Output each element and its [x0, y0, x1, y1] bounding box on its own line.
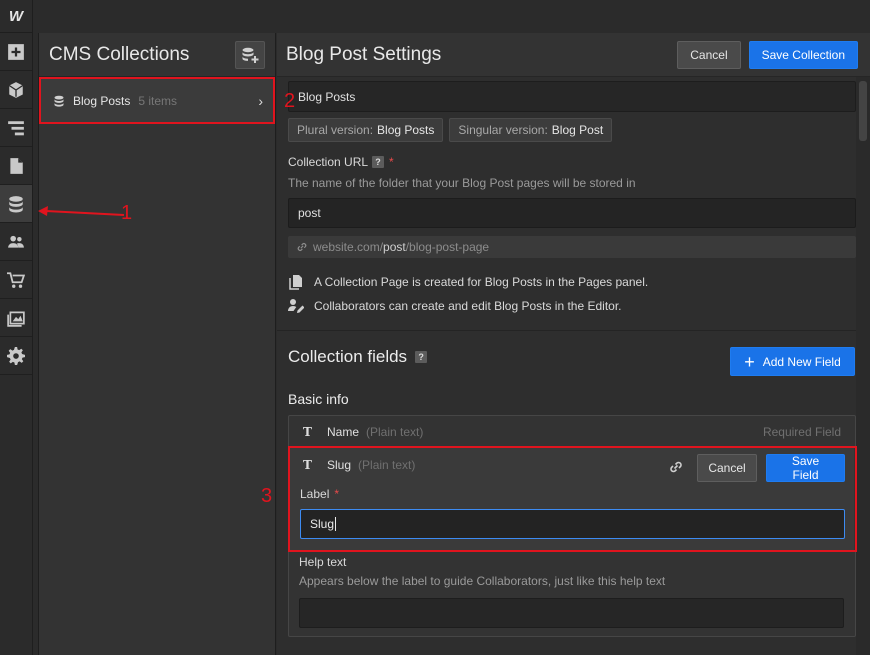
annotation-box: [288, 446, 857, 552]
ecommerce-button[interactable]: [0, 261, 32, 299]
help-text-title: Help text: [299, 555, 347, 569]
field-row-name[interactable]: T Name (Plain text) Required Field: [289, 422, 855, 442]
pages-icon: [289, 275, 302, 290]
assets-icon: [7, 311, 25, 327]
annotation-box: [39, 77, 275, 124]
required-asterisk: *: [389, 155, 394, 169]
add-panel-button[interactable]: [0, 33, 32, 71]
add-new-field-label: Add New Field: [762, 354, 841, 369]
assets-button[interactable]: [0, 299, 32, 337]
divider: [277, 330, 856, 331]
collection-url-input[interactable]: post: [288, 198, 856, 228]
add-collection-button[interactable]: [235, 40, 265, 69]
settings-header: Blog Post Settings Cancel Save Collectio…: [277, 33, 870, 77]
help-icon[interactable]: ?: [415, 351, 428, 363]
add-new-field-button[interactable]: + Add New Field: [730, 347, 855, 376]
info-collection-page: A Collection Page is created for Blog Po…: [288, 274, 648, 290]
settings-title: Blog Post Settings: [286, 43, 442, 65]
add-icon: [8, 43, 24, 60]
plural-version-tag: Plural version: Blog Posts: [288, 118, 444, 142]
collection-fields-title: Collection fields ?: [288, 347, 428, 367]
url-preview-suffix: /blog-post-page: [405, 240, 490, 254]
plus-icon: +: [744, 351, 755, 372]
singular-label: Singular version:: [458, 123, 548, 137]
collection-url-label: Collection URL: [288, 155, 369, 169]
annotation-number: 3: [261, 485, 273, 507]
info-collection-page-text: A Collection Page is created for Blog Po…: [314, 275, 649, 289]
plural-value: Blog Posts: [377, 123, 435, 137]
plural-label: Plural version:: [297, 123, 374, 137]
url-preview-prefix: website.com/: [313, 240, 384, 254]
singular-value: Blog Post: [551, 123, 604, 137]
help-text-desc: Appears below the label to guide Collabo…: [299, 574, 666, 588]
collections-title: CMS Collections: [49, 43, 190, 65]
annotation-number: 2: [284, 90, 296, 112]
field-name: Name: [327, 425, 360, 439]
scrollbar-thumb[interactable]: [859, 81, 867, 141]
info-collaborators-text: Collaborators can create and edit Blog P…: [314, 299, 622, 313]
name-versions: Plural version: Blog Posts Singular vers…: [288, 118, 613, 142]
pages-icon: [10, 157, 23, 174]
user-edit-icon: [288, 299, 304, 313]
users-icon: [8, 235, 24, 248]
url-preview: website.com/post/blog-post-page: [288, 236, 856, 258]
cms-database-icon: [9, 195, 23, 212]
annotation-number: 1: [121, 202, 133, 224]
collection-fields-label: Collection fields: [288, 347, 408, 366]
field-type: (Plain text): [366, 425, 424, 439]
help-text-input[interactable]: [299, 598, 844, 628]
settings-button[interactable]: [0, 337, 32, 375]
collection-url-help: The name of the folder that your Blog Po…: [288, 176, 636, 190]
save-collection-button[interactable]: Save Collection: [748, 40, 858, 69]
collections-header: CMS Collections: [39, 33, 275, 77]
webflow-logo: W: [0, 0, 32, 33]
required-field-label: Required Field: [762, 425, 841, 439]
scrollbar[interactable]: [856, 77, 870, 655]
text-type-icon: T: [303, 425, 312, 439]
components-button[interactable]: [0, 71, 32, 109]
info-collaborators: Collaborators can create and edit Blog P…: [288, 298, 622, 314]
pages-button[interactable]: [0, 147, 32, 185]
navigator-button[interactable]: [0, 109, 32, 147]
collection-settings-panel: Blog Post Settings Cancel Save Collectio…: [277, 33, 870, 655]
cms-button[interactable]: [0, 185, 32, 223]
collection-name-input[interactable]: Blog Posts: [288, 81, 856, 112]
settings-gear-icon: [7, 346, 25, 365]
ecommerce-cart-icon: [7, 271, 25, 288]
url-preview-slug: post: [383, 240, 406, 254]
cancel-collection-button[interactable]: Cancel: [677, 40, 741, 69]
help-icon[interactable]: ?: [372, 156, 385, 168]
annotation-arrow: [38, 206, 125, 216]
cms-collections-panel: CMS Collections Blog Posts 5 items ›: [38, 33, 276, 655]
cube-icon: [8, 81, 24, 98]
link-icon: [297, 243, 307, 251]
left-toolbar: W: [0, 0, 33, 655]
collection-url-label-row: Collection URL ? *: [288, 155, 856, 169]
database-add-icon: [242, 47, 259, 63]
singular-version-tag: Singular version: Blog Post: [449, 118, 613, 142]
basic-info-heading: Basic info: [288, 391, 349, 407]
navigator-icon: [8, 120, 24, 135]
users-button[interactable]: [0, 223, 32, 261]
